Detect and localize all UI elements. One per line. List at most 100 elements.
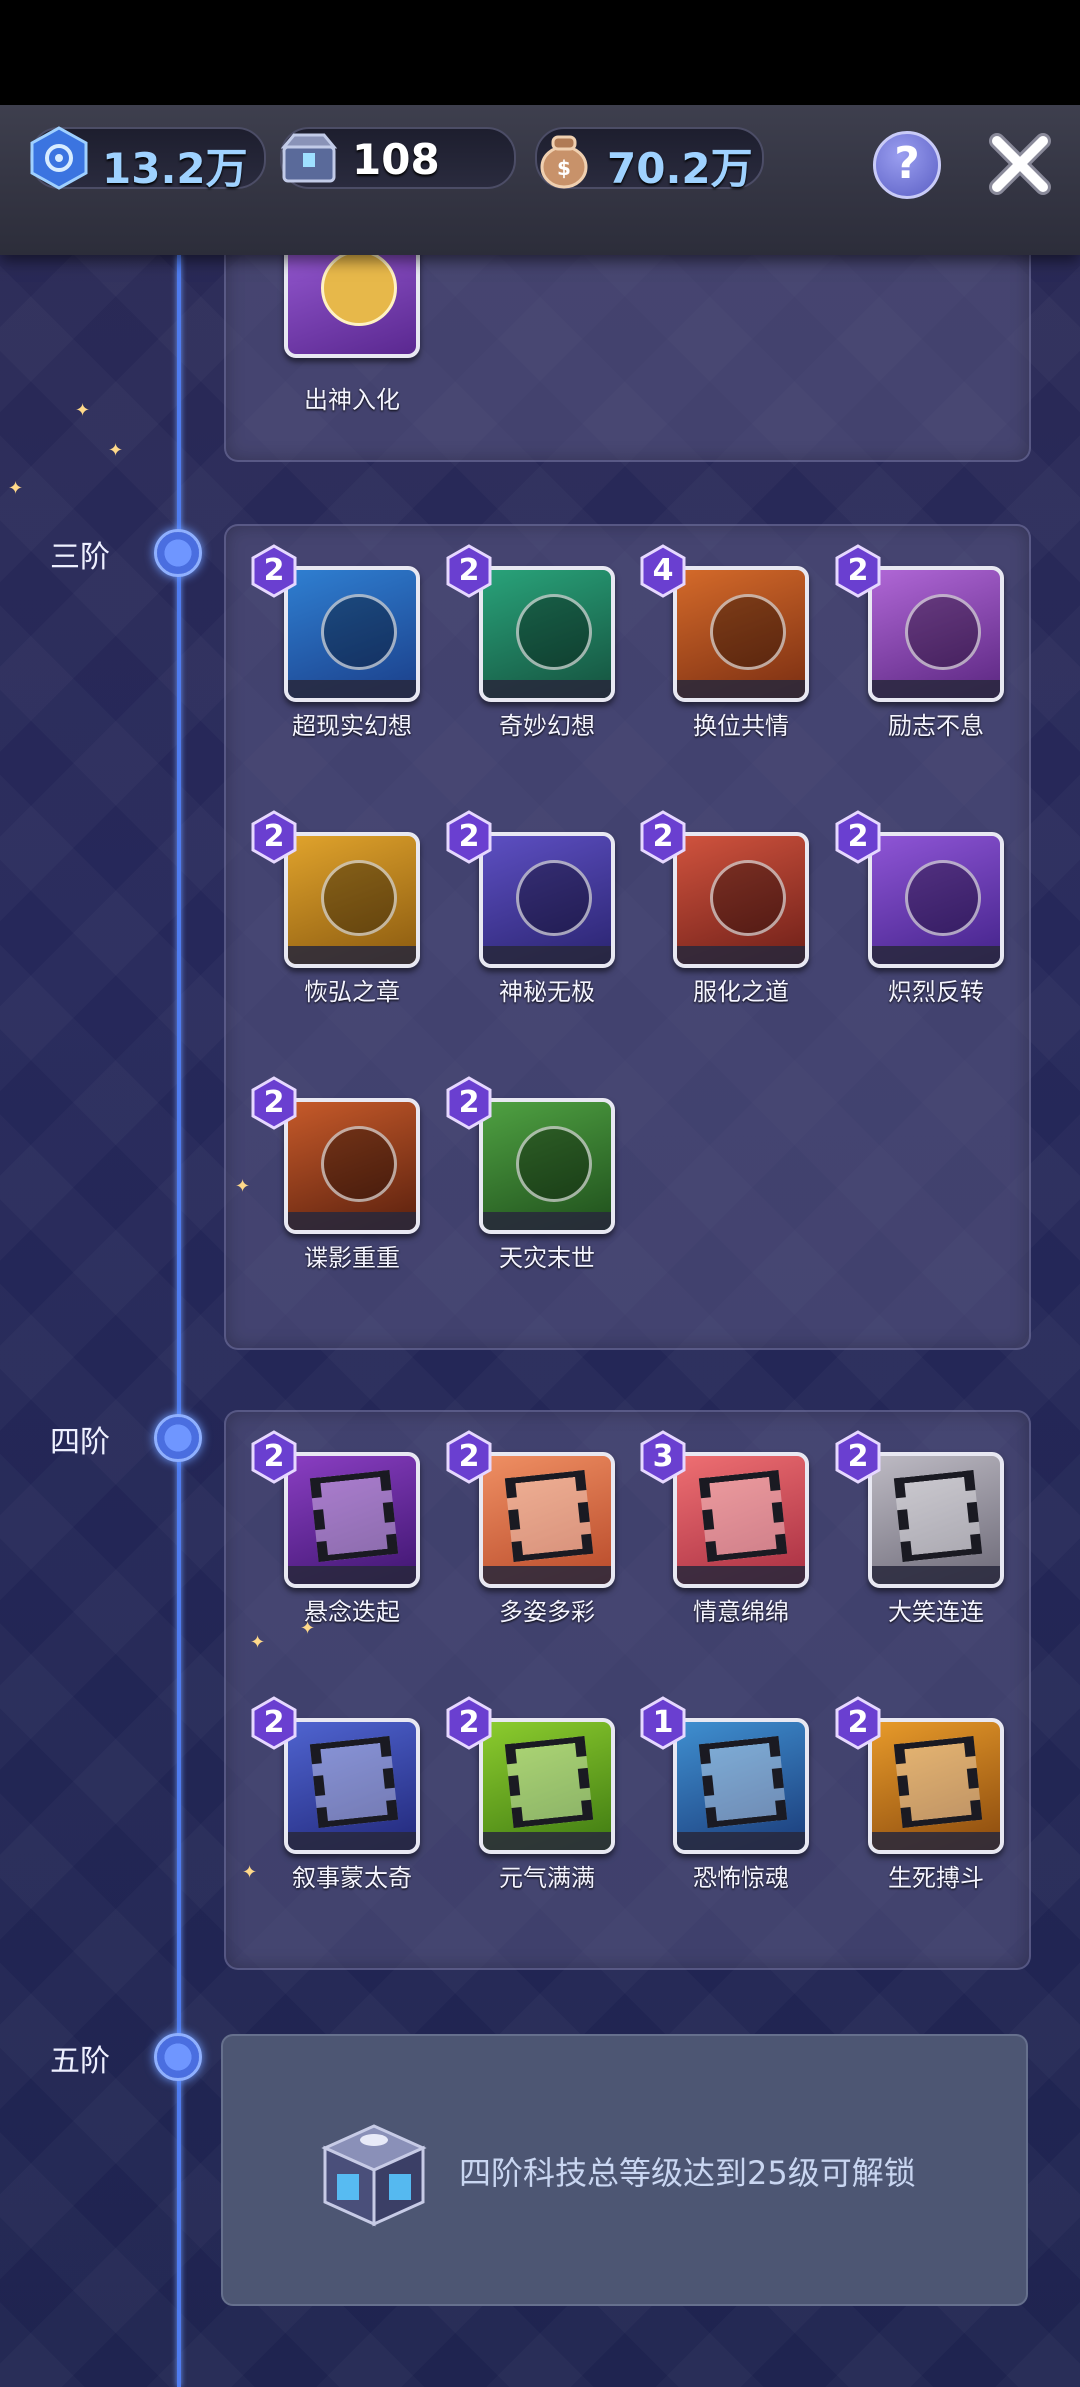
close-icon[interactable] bbox=[985, 129, 1055, 199]
tech-name: 大笑连连 bbox=[888, 1598, 984, 1626]
card-bottom-strip bbox=[677, 1832, 805, 1850]
level-value: 2 bbox=[263, 1439, 285, 1474]
tech-card[interactable]: 2 恢弘之章 bbox=[251, 810, 420, 1006]
level-value: 2 bbox=[458, 1085, 480, 1120]
tech-name: 生死搏斗 bbox=[888, 1864, 984, 1892]
tech-card[interactable]: 3 情意绵绵 bbox=[640, 1430, 809, 1626]
tech-card-frame bbox=[673, 566, 809, 702]
level-badge: 3 bbox=[639, 1430, 687, 1484]
sparkle-decoration: ✦ bbox=[250, 1632, 266, 1653]
tech-card-frame bbox=[479, 1098, 615, 1234]
tier-label: 四阶 bbox=[50, 1425, 110, 1460]
level-value: 2 bbox=[263, 553, 285, 588]
card-bottom-strip bbox=[677, 946, 805, 964]
film-frame-icon bbox=[893, 1736, 983, 1828]
level-value: 2 bbox=[458, 1705, 480, 1740]
tier-node bbox=[154, 529, 202, 577]
level-badge: 2 bbox=[639, 810, 687, 864]
tech-name: 恢弘之章 bbox=[304, 978, 400, 1006]
card-bottom-strip bbox=[872, 1832, 1000, 1850]
tech-name: 出神入化 bbox=[304, 386, 400, 414]
film-frame-icon bbox=[893, 1470, 983, 1562]
card-bottom-strip bbox=[288, 1832, 416, 1850]
tech-name: 换位共情 bbox=[693, 712, 789, 740]
unlock-requirement-text: 四阶科技总等级达到25级可解锁 bbox=[459, 2154, 916, 2192]
tech-icon bbox=[321, 594, 397, 670]
tech-card[interactable]: 2 大笑连连 bbox=[835, 1430, 1004, 1626]
level-badge: 2 bbox=[445, 1430, 493, 1484]
tech-card[interactable]: 2 多姿多彩 bbox=[446, 1430, 615, 1626]
tech-name: 励志不息 bbox=[888, 712, 984, 740]
card-bottom-strip bbox=[483, 1566, 611, 1584]
tech-name: 炽烈反转 bbox=[888, 978, 984, 1006]
tech-card[interactable]: 4 换位共情 bbox=[640, 544, 809, 740]
help-button[interactable]: ? bbox=[873, 131, 941, 199]
tech-card[interactable]: 2 奇妙幻想 bbox=[446, 544, 615, 740]
card-bottom-strip bbox=[483, 680, 611, 698]
card-bottom-strip bbox=[288, 1566, 416, 1584]
tech-name: 悬念迭起 bbox=[304, 1598, 400, 1626]
level-badge: 2 bbox=[250, 810, 298, 864]
tech-card[interactable]: 2 悬念迭起 bbox=[251, 1430, 420, 1626]
film-frame-icon bbox=[698, 1736, 788, 1828]
tech-name: 谍影重重 bbox=[304, 1244, 400, 1272]
level-value: 2 bbox=[458, 553, 480, 588]
tech-card[interactable]: 2 元气满满 bbox=[446, 1696, 615, 1892]
tech-card[interactable]: 2 谍影重重 bbox=[251, 1076, 420, 1272]
resource-bar: 13.2万 108 $ 70.2万 ? bbox=[0, 105, 1080, 255]
tech-name: 神秘无极 bbox=[499, 978, 595, 1006]
tech-card-frame bbox=[868, 1718, 1004, 1854]
level-badge: 2 bbox=[834, 544, 882, 598]
tier-label: 三阶 bbox=[50, 540, 110, 575]
level-badge: 2 bbox=[445, 1696, 493, 1750]
card-bottom-strip bbox=[483, 1832, 611, 1850]
tech-card[interactable]: 2 服化之道 bbox=[640, 810, 809, 1006]
card-bottom-strip bbox=[483, 946, 611, 964]
tech-card[interactable]: 2 励志不息 bbox=[835, 544, 1004, 740]
tech-name: 奇妙幻想 bbox=[499, 712, 595, 740]
level-badge: 2 bbox=[445, 1076, 493, 1130]
tech-name: 恐怖惊魂 bbox=[693, 1864, 789, 1892]
money-value: 70.2万 bbox=[607, 144, 753, 193]
tech-card-frame bbox=[479, 566, 615, 702]
film-frame-icon bbox=[309, 1470, 399, 1562]
level-value: 2 bbox=[847, 1439, 869, 1474]
level-value: 2 bbox=[263, 819, 285, 854]
svg-text:$: $ bbox=[557, 156, 571, 180]
tech-name: 超现实幻想 bbox=[292, 712, 412, 740]
tech-card[interactable]: 2 炽烈反转 bbox=[835, 810, 1004, 1006]
tech-card-frame bbox=[284, 566, 420, 702]
resource-chests: 108 bbox=[280, 127, 516, 189]
tech-icon bbox=[710, 594, 786, 670]
level-badge: 2 bbox=[445, 544, 493, 598]
tech-icon bbox=[516, 1126, 592, 1202]
tech-card[interactable]: 2 叙事蒙太奇 bbox=[251, 1696, 420, 1892]
sparkle-decoration: ✦ bbox=[235, 1176, 251, 1197]
resource-tech-points: 13.2万 bbox=[30, 126, 266, 193]
tech-card[interactable]: 2 超现实幻想 bbox=[251, 544, 420, 740]
tech-card[interactable]: 2 生死搏斗 bbox=[835, 1696, 1004, 1892]
level-badge: 2 bbox=[250, 1696, 298, 1750]
tech-card-frame bbox=[673, 1718, 809, 1854]
tech-icon bbox=[321, 860, 397, 936]
card-bottom-strip bbox=[483, 1212, 611, 1230]
card-bottom-strip bbox=[872, 680, 1000, 698]
tech-card-frame bbox=[284, 1452, 420, 1588]
level-badge: 2 bbox=[834, 810, 882, 864]
card-bottom-strip bbox=[288, 946, 416, 964]
level-value: 2 bbox=[847, 819, 869, 854]
tier-panel-4: 2 悬念迭起 2 多姿多彩 3 情意绵绵 2 大笑连连 2 叙事蒙太奇 2 元气满满 1 恐怖惊魂 2 生死搏… bbox=[224, 1410, 1031, 1970]
tech-card-frame bbox=[673, 1452, 809, 1588]
locked-tier-panel: 四阶科技总等级达到25级可解锁 bbox=[221, 2034, 1028, 2306]
tech-card-frame bbox=[479, 1452, 615, 1588]
tech-card[interactable]: 1 恐怖惊魂 bbox=[640, 1696, 809, 1892]
film-frame-icon bbox=[309, 1736, 399, 1828]
chest-icon bbox=[321, 2124, 427, 2227]
tech-card[interactable]: 2 神秘无极 bbox=[446, 810, 615, 1006]
sparkle-decoration: ✦ bbox=[75, 400, 91, 421]
card-bottom-strip bbox=[872, 1566, 1000, 1584]
tech-name: 情意绵绵 bbox=[693, 1598, 789, 1626]
level-value: 2 bbox=[847, 553, 869, 588]
sparkle-decoration: ✦ bbox=[108, 440, 124, 461]
tech-card[interactable]: 2 天灾末世 bbox=[446, 1076, 615, 1272]
